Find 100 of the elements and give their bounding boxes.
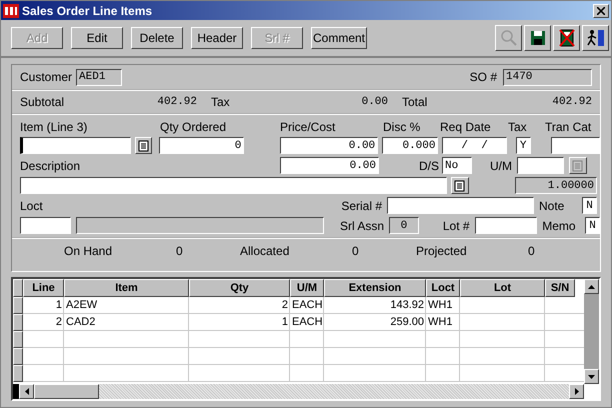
right-arrow-icon <box>574 388 578 395</box>
search-icon <box>500 29 518 47</box>
um-factor-field: 1.00000 <box>515 177 597 194</box>
row-selector[interactable] <box>13 297 23 314</box>
qty-ordered-label: Qty Ordered <box>160 120 228 134</box>
table-cell-text: 259.00 <box>389 315 425 330</box>
up-arrow-icon <box>588 284 595 288</box>
tran-cat-field[interactable] <box>550 137 600 154</box>
description-field[interactable] <box>20 177 447 194</box>
table-cell-text: WH1 <box>427 298 454 313</box>
lookup-icon <box>572 160 584 172</box>
price-cost-label: Price/Cost <box>280 120 336 134</box>
discount-field[interactable]: 0.000 <box>382 137 438 154</box>
column-header[interactable]: Item <box>64 279 189 297</box>
row-selector[interactable] <box>13 314 23 331</box>
cost-field[interactable]: 0.00 <box>280 157 379 174</box>
toolbar-button[interactable]: Comment <box>311 27 367 49</box>
table-cell-text: EACH <box>291 298 324 313</box>
lookup-icon <box>138 140 150 152</box>
tran-cat-label: Tran Cat <box>545 120 592 134</box>
um-field[interactable] <box>517 157 564 174</box>
table-cell-text: WH1 <box>427 315 454 330</box>
app-logo-icon <box>3 4 19 18</box>
ds-field[interactable]: No <box>442 157 472 174</box>
so-number-label: SO # <box>470 70 497 84</box>
lot-field[interactable] <box>474 217 538 234</box>
row-selector[interactable] <box>13 331 23 348</box>
window-title: Sales Order Line Items <box>22 4 154 18</box>
customer-label: Customer <box>20 70 72 84</box>
scroll-thumb[interactable] <box>34 384 99 399</box>
serial-assigned-field: 0 <box>389 217 419 234</box>
item-field[interactable] <box>20 137 131 154</box>
stock-value: 0 <box>352 244 360 258</box>
total-label: Tax <box>211 95 231 109</box>
left-arrow-icon <box>24 388 28 395</box>
cancel-button[interactable] <box>553 25 580 51</box>
memo-field[interactable]: N <box>585 217 600 234</box>
lookup-icon <box>454 180 466 192</box>
table-cell-text: CAD2 <box>65 315 96 330</box>
column-header[interactable]: Line <box>23 279 64 297</box>
stock-value: 0 <box>528 244 536 258</box>
table-cell-text: A2EW <box>65 298 98 313</box>
req-date-field[interactable]: / / <box>442 137 507 154</box>
serial-assigned-label: Srl Assn <box>339 218 384 232</box>
stock-value: 0 <box>176 244 184 258</box>
table-cell-text: 1 <box>280 315 289 330</box>
column-header[interactable]: Lot <box>460 279 545 297</box>
close-button[interactable] <box>593 4 609 18</box>
description-label: Description <box>20 158 82 172</box>
toolbar-button[interactable]: Delete <box>131 27 183 49</box>
total-label: Total <box>402 95 428 109</box>
total-value: 0.00 <box>360 96 388 108</box>
column-header[interactable]: Loct <box>426 279 460 297</box>
lookup-button[interactable] <box>134 137 152 154</box>
cancel-icon <box>558 29 574 47</box>
column-header[interactable]: Qty <box>189 279 290 297</box>
stock-label: Allocated <box>240 244 290 258</box>
tax-label: Tax <box>508 120 528 134</box>
ds-label: D/S <box>418 158 439 172</box>
lookup-button[interactable] <box>451 177 469 194</box>
toolbar-button[interactable]: Edit <box>71 27 123 49</box>
vertical-scrollbar[interactable] <box>584 279 599 384</box>
total-value: 402.92 <box>551 96 592 108</box>
location-field[interactable] <box>20 217 71 234</box>
price-field[interactable]: 0.00 <box>280 137 378 154</box>
save-button[interactable] <box>524 25 551 51</box>
qty-ordered-field[interactable]: 0 <box>159 137 244 154</box>
horizontal-scrollbar[interactable] <box>13 384 584 399</box>
close-icon <box>597 6 605 14</box>
lot-label: Lot # <box>442 218 470 232</box>
column-header[interactable]: S/N <box>545 279 575 297</box>
serial-label: Serial # <box>340 198 382 212</box>
table-cell-text: EACH <box>291 315 324 330</box>
location-label: Loct <box>20 198 44 212</box>
note-label: Note <box>539 198 566 212</box>
row-selector[interactable] <box>13 365 23 382</box>
stock-label: On Hand <box>64 244 114 258</box>
column-header[interactable]: U/M <box>290 279 324 297</box>
total-value: 402.92 <box>156 96 197 108</box>
exit-button[interactable] <box>582 25 609 51</box>
exit-door-icon <box>586 29 606 47</box>
um-label: U/M <box>489 158 512 172</box>
table-cell-text: 2 <box>280 298 289 313</box>
note-field[interactable]: N <box>582 197 597 214</box>
table-cell-text: 2 <box>54 315 63 330</box>
total-label: Subtotal <box>20 95 66 109</box>
toolbar-button[interactable]: Header <box>191 27 243 49</box>
table-cell-text: 1 <box>54 298 63 313</box>
serial-field[interactable] <box>387 197 534 214</box>
down-arrow-icon <box>588 374 595 378</box>
req-date-label: Req Date <box>440 120 492 134</box>
item-label: Item (Line 3) <box>20 120 88 134</box>
customer-field[interactable]: AED1 <box>76 68 122 86</box>
column-header[interactable]: Extension <box>324 279 426 297</box>
so-number-field[interactable]: 1470 <box>503 68 592 86</box>
row-selector[interactable] <box>13 348 23 365</box>
table-cell-text: 143.92 <box>389 298 425 313</box>
tax-field[interactable]: Y <box>516 137 531 154</box>
discount-label: Disc % <box>383 120 422 134</box>
memo-label: Memo <box>542 218 577 232</box>
